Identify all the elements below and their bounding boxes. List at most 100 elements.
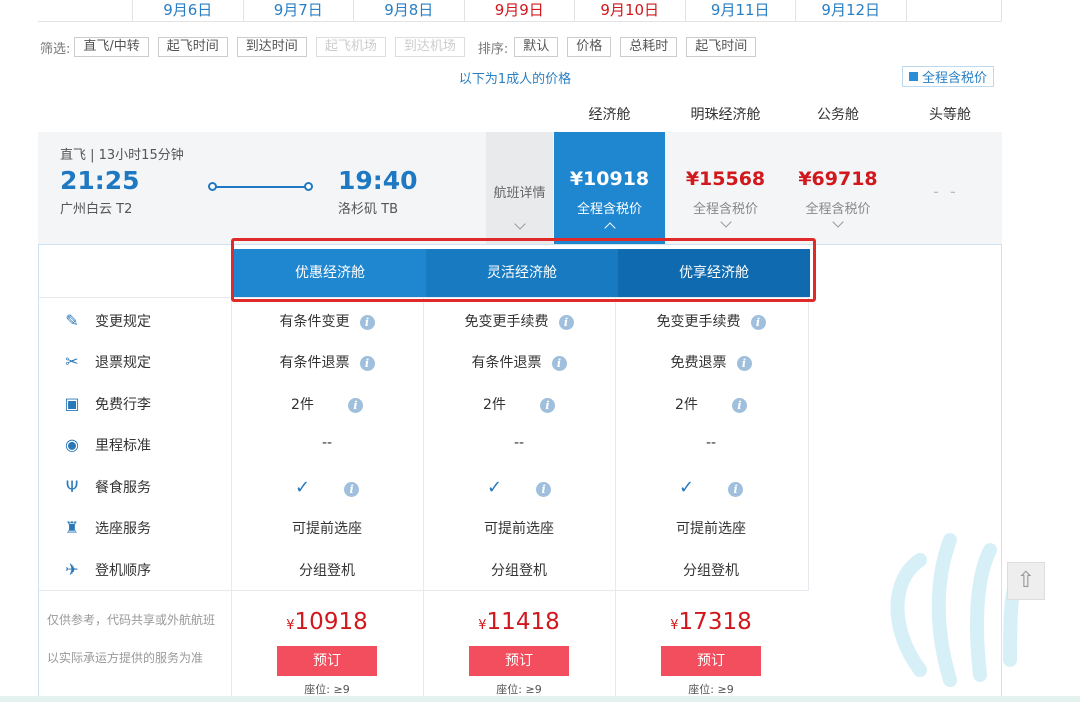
- cabin-header-pearl-economy: 明珠经济舱: [690, 107, 761, 123]
- date-tab-4[interactable]: 9月10日: [575, 0, 686, 22]
- cabin-header-first: 头等舱: [929, 107, 971, 123]
- info-icon[interactable]: i: [736, 355, 752, 371]
- sort-default-button[interactable]: 默认: [514, 37, 559, 57]
- route-line: [210, 186, 310, 188]
- sort-duration-button[interactable]: 总耗时: [620, 37, 678, 57]
- chevron-down-icon: [719, 216, 732, 228]
- rule-cell: 有条件变更 i: [231, 311, 423, 331]
- rule-label: 退票规定: [95, 355, 151, 371]
- rule-label: 免费行李: [95, 397, 151, 413]
- fare-currency: ¥: [478, 618, 487, 633]
- foot-note-2: 以实际承运方提供的服务为准: [47, 651, 204, 665]
- date-tab-0[interactable]: 9月6日: [133, 0, 244, 22]
- seats-flexible: 座位: ≥9: [496, 683, 542, 696]
- rule-3-icon: ◉: [65, 435, 79, 454]
- rule-label: 里程标准: [95, 438, 151, 454]
- book-button-flexible[interactable]: 预订: [469, 646, 569, 676]
- price-business-value: ¥69718: [798, 168, 878, 190]
- date-tab-5[interactable]: 9月11日: [685, 0, 796, 22]
- rule-value: 有条件退票: [279, 355, 350, 371]
- filter-arrival-airport-button[interactable]: 到达机场: [394, 37, 465, 57]
- rule-value: 分组登机: [299, 563, 355, 579]
- date-tab-6[interactable]: 9月12日: [796, 0, 907, 22]
- fare-detail-panel: 优惠经济舱 灵活经济舱 优享经济舱 ✎ 变更规定 有条件变更 i 免变更手续费 i 免变更手…: [38, 244, 1002, 702]
- fare-price-premium: ¥17318: [615, 609, 807, 635]
- info-icon[interactable]: i: [359, 314, 375, 330]
- book-button-discount[interactable]: 预订: [277, 646, 377, 676]
- back-to-top-button[interactable]: ⇧: [1007, 562, 1045, 600]
- rule-cell: 2件 i: [231, 394, 423, 414]
- filter-bar: 筛选: 直飞/中转 起飞时间 到达时间 起飞机场 到达机场 排序: 默认 价格 …: [40, 36, 765, 58]
- price-pearl-economy[interactable]: ¥15568 全程含税价: [665, 132, 786, 244]
- price-business-sub: 全程含税价: [805, 202, 871, 217]
- date-tab-3[interactable]: 9月9日: [464, 0, 575, 22]
- filter-arrival-time-button[interactable]: 到达时间: [236, 37, 307, 57]
- price-pearl-economy-sub: 全程含税价: [692, 202, 758, 217]
- flight-meta: 直飞 | 13小时15分钟: [60, 148, 184, 163]
- info-icon[interactable]: i: [347, 397, 363, 413]
- cabin-header-economy: 经济舱: [588, 107, 631, 123]
- adult-price-note: 以下为1成人的价格: [458, 72, 572, 87]
- bottom-bar: [0, 696, 1080, 702]
- info-icon[interactable]: i: [539, 397, 555, 413]
- foot-note-1: 仅供参考，代码共享或外航航班: [47, 613, 216, 627]
- fare-currency: ¥: [286, 618, 295, 633]
- book-button-premium[interactable]: 预订: [661, 646, 761, 676]
- info-icon[interactable]: i: [731, 397, 747, 413]
- price-first-value: - -: [933, 182, 959, 201]
- sort-departure-time-button[interactable]: 起飞时间: [686, 37, 757, 57]
- info-icon[interactable]: i: [750, 314, 766, 330]
- flight-row[interactable]: 直飞 | 13小时15分钟 21:25 广州白云 T2 19:40 洛杉矶 TB…: [38, 132, 1002, 244]
- info-icon[interactable]: i: [558, 314, 574, 330]
- price-economy-value: ¥10918: [569, 168, 650, 190]
- fare-price-discount: ¥10918: [231, 609, 423, 635]
- divider: [808, 297, 809, 591]
- price-economy-sub: 全程含税价: [576, 202, 642, 217]
- sort-label: 排序:: [477, 41, 509, 57]
- flight-details-button[interactable]: 航班详情: [486, 132, 553, 244]
- rule-cell: ✓ i: [423, 477, 615, 498]
- arrival-time: 19:40: [338, 166, 418, 195]
- rule-cell: ✓ i: [231, 477, 423, 498]
- date-bar-left: [38, 0, 132, 22]
- tax-price-toggle[interactable]: 全程含税价: [902, 66, 994, 87]
- rule-cell: --: [615, 435, 807, 451]
- highlight-box: [231, 238, 816, 302]
- info-icon[interactable]: i: [536, 481, 552, 497]
- info-icon[interactable]: i: [359, 355, 375, 371]
- filter-departure-time-button[interactable]: 起飞时间: [157, 37, 228, 57]
- price-business[interactable]: ¥69718 全程含税价: [786, 132, 890, 244]
- checkbox-icon: [908, 72, 918, 81]
- rule-value: 可提前选座: [484, 521, 554, 537]
- date-bar-right: [906, 0, 1002, 22]
- info-icon[interactable]: i: [551, 355, 567, 371]
- rule-value: 可提前选座: [292, 521, 362, 537]
- rule-value: 2件: [291, 397, 314, 413]
- filter-direct-transfer-button[interactable]: 直飞/中转: [74, 37, 149, 57]
- route-end-dot-icon: [304, 182, 313, 191]
- rule-value: 分组登机: [683, 563, 739, 579]
- rule-cell: 有条件退票 i: [231, 352, 423, 372]
- rule-cell: 可提前选座: [423, 518, 615, 538]
- cabin-header-business: 公务舱: [817, 107, 859, 123]
- sort-price-button[interactable]: 价格: [567, 37, 612, 57]
- rule-value: 2件: [483, 397, 506, 413]
- route-start-dot-icon: [208, 182, 217, 191]
- info-icon[interactable]: i: [728, 481, 744, 497]
- price-economy[interactable]: ¥10918 全程含税价: [554, 132, 665, 244]
- date-tab-2[interactable]: 9月8日: [354, 0, 465, 22]
- price-pearl-economy-value: ¥15568: [685, 168, 766, 190]
- rule-cell: 可提前选座: [231, 518, 423, 538]
- flight-details-label: 航班详情: [493, 186, 546, 201]
- rule-cell: 分组登机: [231, 560, 423, 580]
- fare-amount: 10918: [294, 609, 368, 635]
- rule-value: --: [321, 435, 333, 451]
- rule-cell: 分组登机: [615, 560, 807, 580]
- info-icon[interactable]: i: [344, 481, 360, 497]
- chevron-down-icon: [513, 218, 526, 230]
- rule-label: 登机顺序: [95, 563, 151, 579]
- rule-label: 变更规定: [95, 314, 151, 330]
- date-tab-1[interactable]: 9月7日: [243, 0, 354, 22]
- filter-departure-airport-button[interactable]: 起飞机场: [315, 37, 386, 57]
- chevron-down-icon: [832, 216, 844, 228]
